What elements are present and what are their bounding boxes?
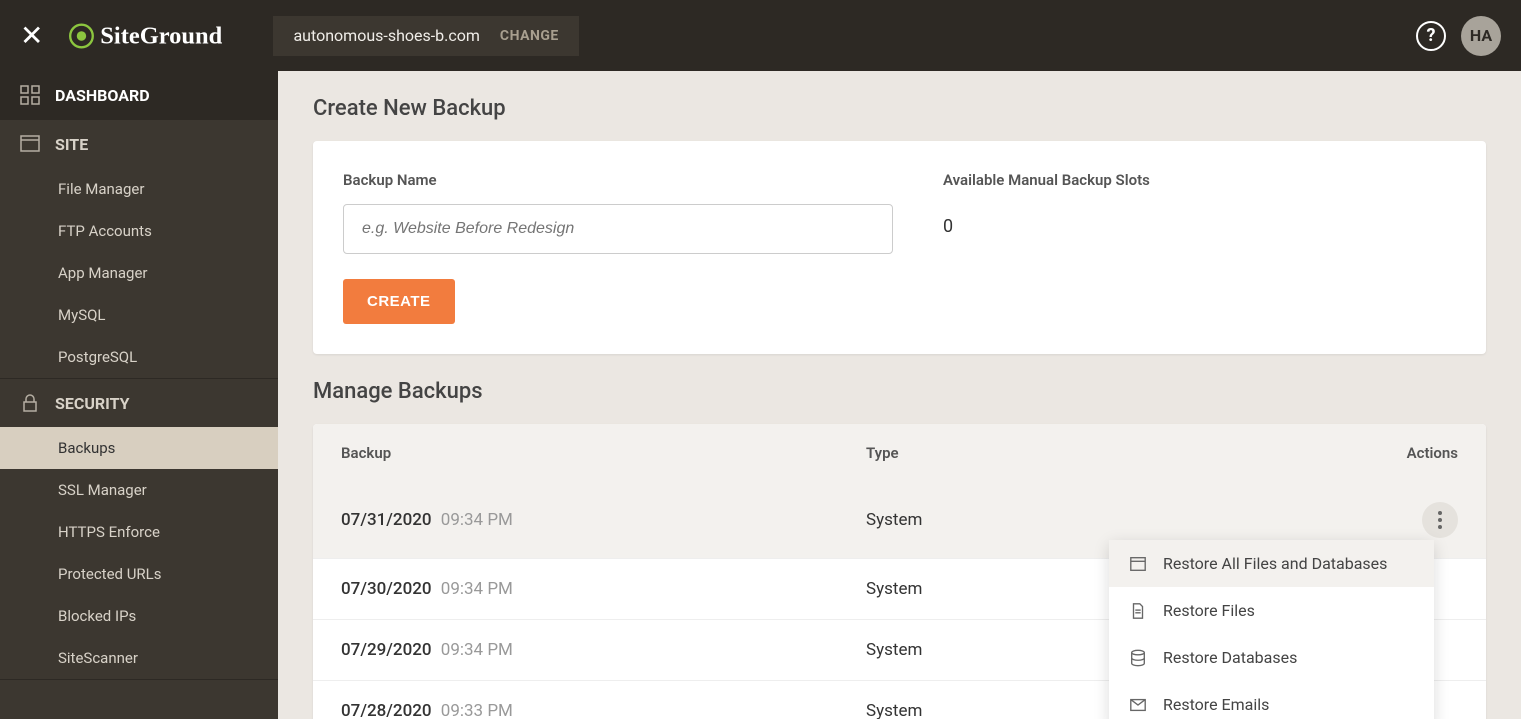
create-backup-title: Create New Backup (313, 96, 1486, 121)
table-header-row: Backup Type Actions (313, 424, 1486, 482)
table-row: 07/31/2020 09:34 PM System Restore All F… (313, 482, 1486, 559)
sidebar-dashboard-label: DASHBOARD (55, 86, 150, 105)
dropdown-item-restore-all[interactable]: Restore All Files and Databases (1109, 540, 1434, 587)
sidebar-item-ftp-accounts[interactable]: FTP Accounts (0, 210, 278, 252)
sidebar-item-file-manager[interactable]: File Manager (0, 168, 278, 210)
sidebar-item-blocked-ips[interactable]: Blocked IPs (0, 595, 278, 637)
manage-backups-title: Manage Backups (313, 379, 1486, 404)
backup-time: 09:34 PM (441, 579, 513, 599)
col-header-type: Type (866, 444, 1338, 462)
backup-time: 09:34 PM (441, 510, 513, 530)
sidebar-item-sitescanner[interactable]: SiteScanner (0, 637, 278, 679)
window-icon (1129, 555, 1147, 573)
dashboard-icon (20, 85, 40, 105)
actions-dropdown: Restore All Files and Databases Restore … (1109, 540, 1434, 719)
create-backup-panel: Backup Name Available Manual Backup Slot… (313, 141, 1486, 354)
logo[interactable]: SiteGround (63, 20, 243, 52)
backup-name-label: Backup Name (343, 171, 893, 189)
sidebar-item-mysql[interactable]: MySQL (0, 294, 278, 336)
domain-name: autonomous-shoes-b.com (293, 26, 479, 45)
dropdown-item-restore-emails[interactable]: Restore Emails (1109, 681, 1434, 719)
sidebar: DASHBOARD SITE File Manager FTP Accounts… (0, 71, 278, 719)
domain-selector[interactable]: autonomous-shoes-b.com CHANGE (273, 16, 578, 56)
backup-date: 07/31/2020 (341, 510, 432, 530)
backup-time: 09:33 PM (441, 701, 513, 719)
dropdown-item-restore-files[interactable]: Restore Files (1109, 587, 1434, 634)
slots-label: Available Manual Backup Slots (943, 171, 1150, 189)
sidebar-item-https-enforce[interactable]: HTTPS Enforce (0, 511, 278, 553)
col-header-actions: Actions (1338, 444, 1458, 462)
backup-time: 09:34 PM (441, 640, 513, 660)
mail-icon (1129, 696, 1147, 714)
sidebar-site-header[interactable]: SITE (0, 120, 278, 168)
backup-name-input[interactable] (343, 204, 893, 254)
dropdown-label: Restore Emails (1163, 695, 1269, 714)
backup-date: 07/29/2020 (341, 640, 432, 660)
change-button[interactable]: CHANGE (500, 28, 559, 44)
database-icon (1129, 649, 1147, 667)
backup-type: System (866, 510, 1422, 530)
row-actions-button[interactable] (1422, 502, 1458, 538)
dropdown-label: Restore Files (1163, 601, 1255, 620)
top-header: ✕ SiteGround autonomous-shoes-b.com CHAN… (0, 0, 1521, 71)
sidebar-item-postgresql[interactable]: PostgreSQL (0, 336, 278, 378)
help-icon[interactable]: ? (1416, 21, 1446, 51)
close-icon[interactable]: ✕ (20, 19, 43, 52)
lock-icon (20, 393, 40, 413)
backups-table: Backup Type Actions 07/31/2020 09:34 PM … (313, 424, 1486, 719)
sidebar-item-backups[interactable]: Backups (0, 427, 278, 469)
dropdown-label: Restore All Files and Databases (1163, 554, 1387, 573)
main-content: Create New Backup Backup Name Available … (278, 71, 1521, 719)
site-icon (20, 134, 40, 154)
col-header-backup: Backup (341, 444, 866, 462)
dropdown-item-restore-databases[interactable]: Restore Databases (1109, 634, 1434, 681)
backup-date: 07/28/2020 (341, 701, 432, 719)
sidebar-item-ssl-manager[interactable]: SSL Manager (0, 469, 278, 511)
backup-date: 07/30/2020 (341, 579, 432, 599)
sidebar-dashboard[interactable]: DASHBOARD (0, 71, 278, 119)
avatar[interactable]: HA (1461, 16, 1501, 56)
sidebar-item-protected-urls[interactable]: Protected URLs (0, 553, 278, 595)
dropdown-label: Restore Databases (1163, 648, 1297, 667)
sidebar-security-label: SECURITY (55, 394, 130, 413)
svg-text:SiteGround: SiteGround (101, 22, 223, 49)
slots-value: 0 (943, 204, 1150, 237)
sidebar-item-app-manager[interactable]: App Manager (0, 252, 278, 294)
sidebar-site-label: SITE (55, 135, 88, 154)
sidebar-security-header[interactable]: SECURITY (0, 379, 278, 427)
file-icon (1129, 602, 1147, 620)
create-button[interactable]: CREATE (343, 279, 455, 324)
